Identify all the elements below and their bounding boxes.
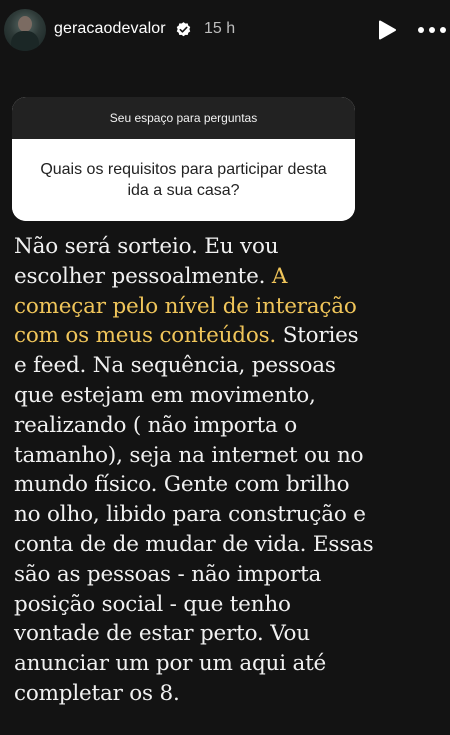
- avatar[interactable]: [4, 9, 46, 51]
- more-dot: [440, 27, 446, 33]
- answer-part-2: Stories e feed. Na sequência, pessoas qu…: [14, 323, 374, 706]
- username[interactable]: geracaodevalor: [54, 20, 166, 38]
- answer-part-1: Não será sorteio. Eu vou escolher pessoa…: [14, 234, 279, 289]
- story-header: geracaodevalor 15 h: [0, 0, 450, 60]
- more-dot: [418, 27, 424, 33]
- avatar-body: [11, 31, 39, 51]
- avatar-head: [18, 16, 32, 32]
- more-icon[interactable]: [418, 21, 446, 39]
- question-card-title: Seu espaço para perguntas: [12, 97, 355, 139]
- verified-badge-icon: [176, 22, 191, 37]
- question-card: Seu espaço para perguntas Quais os requi…: [12, 97, 355, 221]
- post-time: 15 h: [204, 20, 236, 37]
- answer-text: Não será sorteio. Eu vou escolher pessoa…: [14, 232, 374, 709]
- question-text: Quais os requisitos para participar dest…: [12, 139, 355, 221]
- play-icon[interactable]: [377, 19, 397, 41]
- more-dot: [429, 27, 435, 33]
